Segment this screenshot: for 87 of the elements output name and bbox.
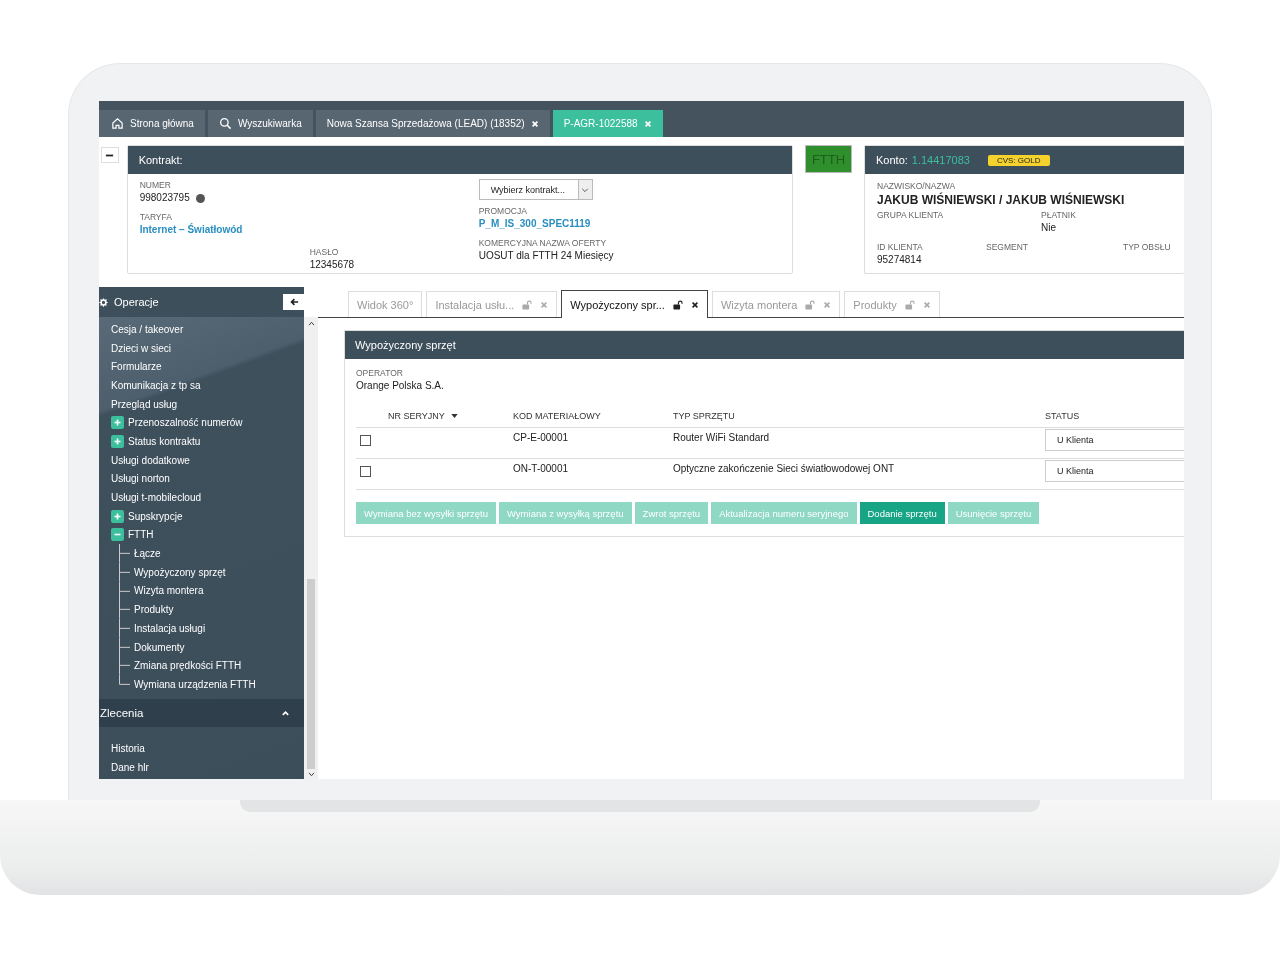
field-label: NUMER — [139, 179, 172, 191]
collapse-button[interactable] — [101, 147, 119, 163]
sidebar-item[interactable]: Cesja / takeover — [111, 320, 304, 339]
row-checkbox[interactable] — [360, 435, 371, 446]
chevron-down-icon[interactable] — [307, 772, 315, 777]
chevron-down-icon — [581, 185, 590, 194]
sidebar-subitem[interactable]: Dokumenty — [134, 637, 185, 657]
sidebar-item[interactable]: Usługi dodatkowe — [111, 450, 304, 470]
row-checkbox[interactable] — [360, 466, 371, 477]
field-label: HASŁO — [309, 246, 340, 258]
column-header: KOD MATERIAŁOWY — [513, 411, 602, 421]
sidebar-subitem[interactable]: Produkty — [134, 600, 174, 619]
expand-icon[interactable] — [111, 416, 124, 430]
field-label: OPERATOR — [356, 367, 404, 379]
home-icon — [111, 117, 124, 130]
table-cell-text: Optyczne zakończenie Sieci światłowodowej ONT — [673, 463, 896, 474]
field-label: SEGMENT — [986, 241, 1030, 253]
arrow-left-icon — [288, 297, 299, 307]
field-value: Nie — [1041, 221, 1057, 235]
table-cell-text: Router WiFi Standard — [673, 432, 771, 443]
sidebar-subitem[interactable]: Wizyta montera — [134, 581, 204, 601]
column-header[interactable]: NR SERYJNY — [388, 411, 445, 421]
sidebar-item[interactable]: Historia — [111, 739, 304, 758]
field-label: KOMERCYJNA NAZWA OFERTY — [478, 237, 608, 249]
status-dot-icon — [195, 193, 205, 203]
close-icon[interactable] — [690, 300, 699, 309]
customer-name: JAKUB WIŚNIEWSKI / JAKUB WIŚNIEWSKI — [877, 192, 1126, 209]
collapse-sidebar-button[interactable] — [283, 294, 304, 310]
gear-icon — [99, 297, 108, 307]
sidebar-item[interactable]: Usługi t-mobilecloud — [111, 488, 304, 507]
sidebar-item[interactable]: Przenoszalność numerów — [111, 413, 304, 433]
sidebar-subitem[interactable]: Zmiana prędkości FTTH — [134, 656, 242, 676]
column-header: STATUS — [1045, 411, 1081, 421]
section-header[interactable]: Zlecenia — [99, 699, 304, 727]
table-cell-text: ON-T-00001 — [513, 463, 570, 474]
field-value: 998023795 — [139, 191, 190, 205]
scrollbar[interactable] — [304, 317, 318, 779]
contract-select[interactable]: Wybierz kontrakt... — [478, 179, 593, 200]
top-tab[interactable]: Strona główna — [99, 110, 205, 137]
field-label: NAZWISKO/NAZWA — [877, 180, 957, 192]
field-label: PROMOCJA — [478, 205, 528, 217]
sidebar-item[interactable]: FTTH — [111, 525, 304, 545]
panel-title: Wypożyczony sprzęt — [355, 339, 456, 351]
status-field[interactable]: U Klienta — [1045, 460, 1184, 482]
scrollbar-thumb[interactable] — [307, 579, 315, 769]
sidebar-subitem[interactable]: Wymiana urządzenia FTTH — [134, 675, 256, 694]
field-label: TARYFA — [139, 211, 173, 223]
unlocked-padlock-icon[interactable] — [672, 299, 683, 310]
promotion-link[interactable]: P_M_IS_300_SPEC1119 — [478, 217, 780, 231]
sidebar-item[interactable]: Komunikacja z tp sa — [111, 376, 304, 395]
field-value: UOSUT dla FTTH 24 Miesięcy — [478, 249, 615, 263]
account-number: 1.14417083 — [911, 154, 970, 166]
card-title: Kontrakt: — [138, 154, 183, 166]
sidebar-item[interactable]: Przegląd usług — [111, 394, 304, 414]
sidebar-item[interactable]: Dzieci w sieci — [111, 338, 304, 358]
status-field[interactable]: U Klienta — [1045, 429, 1184, 451]
top-tab[interactable]: Nowa Szansa Sprzedażowa (LEAD) (18352) — [315, 110, 550, 137]
top-tab[interactable]: Wyszukiwarka — [207, 110, 313, 137]
field-value: 95274814 — [877, 253, 923, 267]
expand-icon[interactable] — [111, 509, 124, 523]
sort-caret-icon[interactable] — [450, 414, 458, 418]
sidebar-subitem[interactable]: Łącze — [134, 544, 161, 563]
collapse-icon[interactable] — [111, 528, 124, 542]
search-icon — [218, 117, 232, 130]
status-badge: CVS: GOLD — [987, 154, 1050, 166]
field-label: GRUPA KLIENTA — [877, 209, 945, 221]
content-tab[interactable]: Wypożyczony spr... — [561, 290, 708, 318]
sidebar-item[interactable]: Supskrypcje — [111, 506, 304, 526]
tariff-link[interactable]: Internet – Światłowód — [139, 223, 310, 237]
sidebar-item[interactable]: Dane hlr — [111, 757, 304, 777]
expand-icon[interactable] — [111, 434, 124, 448]
sidebar-subitem[interactable]: Wypożyczony sprzęt — [134, 562, 226, 582]
field-label: TYP OBSŁU — [1123, 241, 1171, 253]
section-title: Zlecenia — [100, 707, 144, 719]
field-label: ID KLIENTA — [877, 241, 924, 253]
sidebar-item[interactable]: Formularze — [111, 357, 304, 377]
sidebar-subitem[interactable]: Instalacja usługi — [134, 619, 206, 638]
chevron-up-icon[interactable] — [307, 321, 315, 326]
field-value: Orange Polska S.A. — [356, 379, 445, 393]
field-label: PŁATNIK — [1041, 209, 1076, 221]
account-label: Konto: — [876, 154, 908, 166]
field-value: 12345678 — [309, 258, 356, 272]
sidebar-title: Operacje — [114, 296, 160, 308]
sidebar-item[interactable]: Status kontraktu — [111, 432, 304, 451]
table-cell-text: CP-E-00001 — [513, 432, 570, 443]
column-header: TYP SPRZĘTU — [673, 411, 736, 421]
sidebar-item[interactable]: Usługi norton — [111, 469, 304, 489]
